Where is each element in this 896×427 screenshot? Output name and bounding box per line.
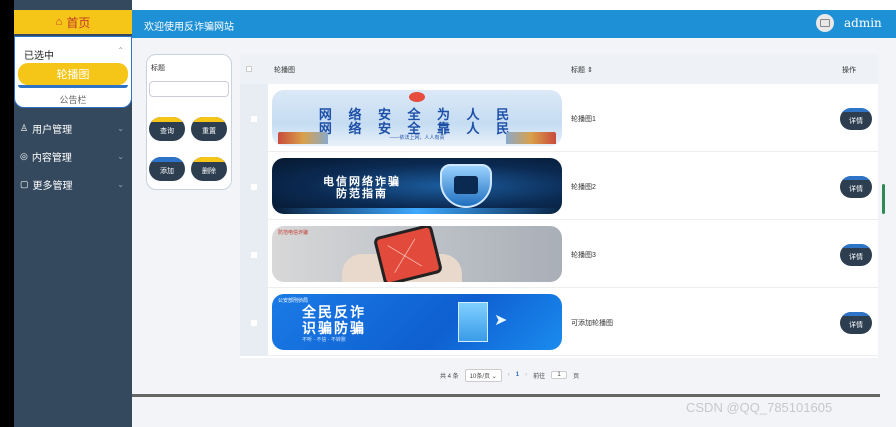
left-gutter bbox=[0, 0, 14, 427]
row-checkbox[interactable] bbox=[251, 116, 257, 122]
banner-line2: 防范指南 bbox=[336, 188, 388, 200]
glow-line bbox=[272, 208, 562, 214]
goto-page-input[interactable]: 1 bbox=[551, 371, 568, 379]
detail-button-label: 详情 bbox=[849, 185, 863, 193]
reset-button[interactable]: 重置 bbox=[191, 117, 227, 141]
sidebar-item-users[interactable]: ♙ 用户管理 ⌄ bbox=[16, 118, 130, 138]
header-banner: 轮播图 bbox=[274, 67, 295, 74]
pagination: 共 4 条 10条/页 ⌄ ‹ 1 › 前往 1 页 bbox=[440, 368, 579, 382]
header-title-sortable[interactable]: 标题 ⇕ bbox=[571, 65, 593, 75]
detail-button[interactable]: 详情 bbox=[840, 312, 872, 334]
arrow-icon: ➤ bbox=[494, 312, 508, 329]
row-checkbox[interactable] bbox=[251, 252, 257, 258]
avatar[interactable] bbox=[816, 14, 834, 32]
city-graphic bbox=[278, 132, 328, 144]
chevron-down-icon: ⌄ bbox=[491, 373, 497, 380]
sidebar-item-label: 用户管理 bbox=[32, 124, 73, 136]
carousel-image: 网 络 安 全 为 人 民 网 络 安 全 靠 人 民 ——依法上网，人人有责 bbox=[272, 90, 562, 146]
sidebar-item-more[interactable]: ▢ 更多管理 ⌄ bbox=[16, 174, 130, 194]
chevron-up-icon: ⌃ bbox=[117, 45, 124, 55]
query-button-label: 查询 bbox=[160, 128, 174, 135]
table-row: 公安部刑侦局 全民反诈 识骗防骗 不听 · 不信 · 不转账 ➤ 可添加轮播图 … bbox=[240, 288, 878, 356]
row-title: 轮播图2 bbox=[571, 184, 596, 191]
chevron-down-icon: ⌄ bbox=[117, 151, 124, 161]
content-icon: ◎ bbox=[20, 150, 28, 161]
add-button-label: 添加 bbox=[160, 168, 174, 175]
detail-button-label: 详情 bbox=[849, 253, 863, 261]
carousel-image: 公安部刑侦局 全民反诈 识骗防骗 不听 · 不信 · 不转账 ➤ bbox=[272, 294, 562, 350]
username[interactable]: admin bbox=[844, 16, 882, 30]
header-action: 操作 bbox=[842, 67, 856, 74]
delete-button-label: 删除 bbox=[202, 168, 216, 175]
page-size-select[interactable]: 10条/页 ⌄ bbox=[464, 368, 502, 382]
query-button[interactable]: 查询 bbox=[149, 117, 185, 141]
next-page-button[interactable]: › bbox=[525, 372, 527, 378]
welcome-text: 欢迎使用反诈骗网站 bbox=[144, 22, 234, 33]
detail-button-label: 详情 bbox=[849, 117, 863, 125]
detail-button[interactable]: 详情 bbox=[840, 244, 872, 266]
door-graphic bbox=[458, 302, 488, 342]
row-checkbox[interactable] bbox=[251, 320, 257, 326]
table-row: 防范电信诈骗 轮播图3 详情 bbox=[240, 220, 878, 288]
user-icon: ♙ bbox=[20, 122, 29, 133]
home-button[interactable]: ⌂ 首页 bbox=[14, 10, 132, 34]
reset-button-label: 重置 bbox=[202, 128, 216, 135]
home-icon: ⌂ bbox=[55, 16, 63, 28]
banner-line1: 电信网络诈骗 bbox=[323, 176, 401, 188]
emblem-icon bbox=[409, 92, 425, 102]
row-checkbox[interactable] bbox=[251, 184, 257, 190]
title-field-label: 标题 bbox=[151, 65, 165, 72]
add-button[interactable]: 添加 bbox=[149, 157, 185, 181]
delete-button[interactable]: 删除 bbox=[191, 157, 227, 181]
row-title: 可添加轮播图 bbox=[571, 320, 613, 327]
search-panel: 标题 查询 重置 添加 删除 bbox=[146, 54, 232, 190]
chevron-down-icon: ⌄ bbox=[117, 123, 124, 133]
topbar: 欢迎使用反诈骗网站 admin bbox=[132, 10, 896, 38]
sidebar-subitem-carousel[interactable]: 轮播图 bbox=[18, 63, 128, 88]
sidebar-subitem-notice[interactable]: 公告栏 bbox=[18, 90, 128, 108]
banner-tags: 不听 · 不信 · 不转账 bbox=[302, 337, 346, 343]
prev-page-button[interactable]: ‹ bbox=[508, 372, 510, 378]
sidebar-item-label: 内容管理 bbox=[31, 152, 72, 164]
phone-icon bbox=[372, 226, 444, 282]
page-size-value: 10条/页 bbox=[469, 373, 491, 380]
page-suffix: 页 bbox=[573, 373, 580, 380]
city-graphic bbox=[506, 132, 556, 144]
vertical-scroll-thumb[interactable] bbox=[882, 184, 885, 214]
sidebar: ⌂ 首页 ▭ 站点管理 ⌃ 已选中 轮播图 公告栏 ♙ 用户管理 ⌄ bbox=[14, 0, 132, 427]
sidebar-subitem-label: 轮播图 bbox=[56, 69, 90, 81]
title-search-input[interactable] bbox=[149, 81, 229, 97]
table-row: 电信网络诈骗 防范指南 轮播图2 详情 bbox=[240, 152, 878, 220]
detail-button-label: 详情 bbox=[849, 321, 863, 329]
more-icon: ▢ bbox=[20, 178, 29, 189]
app-root: ⌂ 首页 ▭ 站点管理 ⌃ 已选中 轮播图 公告栏 ♙ 用户管理 ⌄ bbox=[0, 0, 896, 427]
image-icon bbox=[820, 19, 830, 27]
table-row: 网 络 安 全 为 人 民 网 络 安 全 靠 人 民 ——依法上网，人人有责 … bbox=[240, 84, 878, 152]
banner-line2: 识骗防骗 bbox=[302, 320, 366, 336]
row-title: 轮播图3 bbox=[571, 252, 596, 259]
goto-label: 前往 bbox=[533, 373, 546, 380]
banner-tag: 防范电信诈骗 bbox=[278, 230, 309, 236]
watermark: CSDN @QQ_785101605 bbox=[686, 400, 833, 415]
select-all-checkbox[interactable] bbox=[246, 66, 252, 72]
total-count: 共 4 条 bbox=[440, 373, 459, 380]
table-header: 轮播图 标题 ⇕ 操作 bbox=[240, 54, 878, 84]
shield-icon bbox=[440, 164, 492, 208]
carousel-image: 防范电信诈骗 bbox=[272, 226, 562, 282]
page-number[interactable]: 1 bbox=[516, 372, 519, 378]
carousel-image: 电信网络诈骗 防范指南 bbox=[272, 158, 562, 214]
overlap-label: 已选中 bbox=[24, 51, 54, 62]
sidebar-item-label: 更多管理 bbox=[32, 180, 73, 192]
row-title: 轮播图1 bbox=[571, 116, 596, 123]
carousel-table: 轮播图 标题 ⇕ 操作 网 络 安 全 为 人 民 网 络 安 全 靠 人 民 … bbox=[240, 54, 878, 358]
home-label: 首页 bbox=[66, 15, 91, 30]
horizontal-scrollbar[interactable] bbox=[132, 394, 880, 397]
detail-button[interactable]: 详情 bbox=[840, 176, 872, 198]
sidebar-subitem-label: 公告栏 bbox=[59, 94, 87, 105]
chevron-down-icon: ⌄ bbox=[117, 179, 124, 189]
detail-button[interactable]: 详情 bbox=[840, 108, 872, 130]
banner-text: 电信网络诈骗 防范指南 bbox=[292, 176, 432, 200]
sidebar-item-content[interactable]: ◎ 内容管理 ⌄ bbox=[16, 146, 130, 166]
topbar-shade bbox=[132, 0, 896, 10]
